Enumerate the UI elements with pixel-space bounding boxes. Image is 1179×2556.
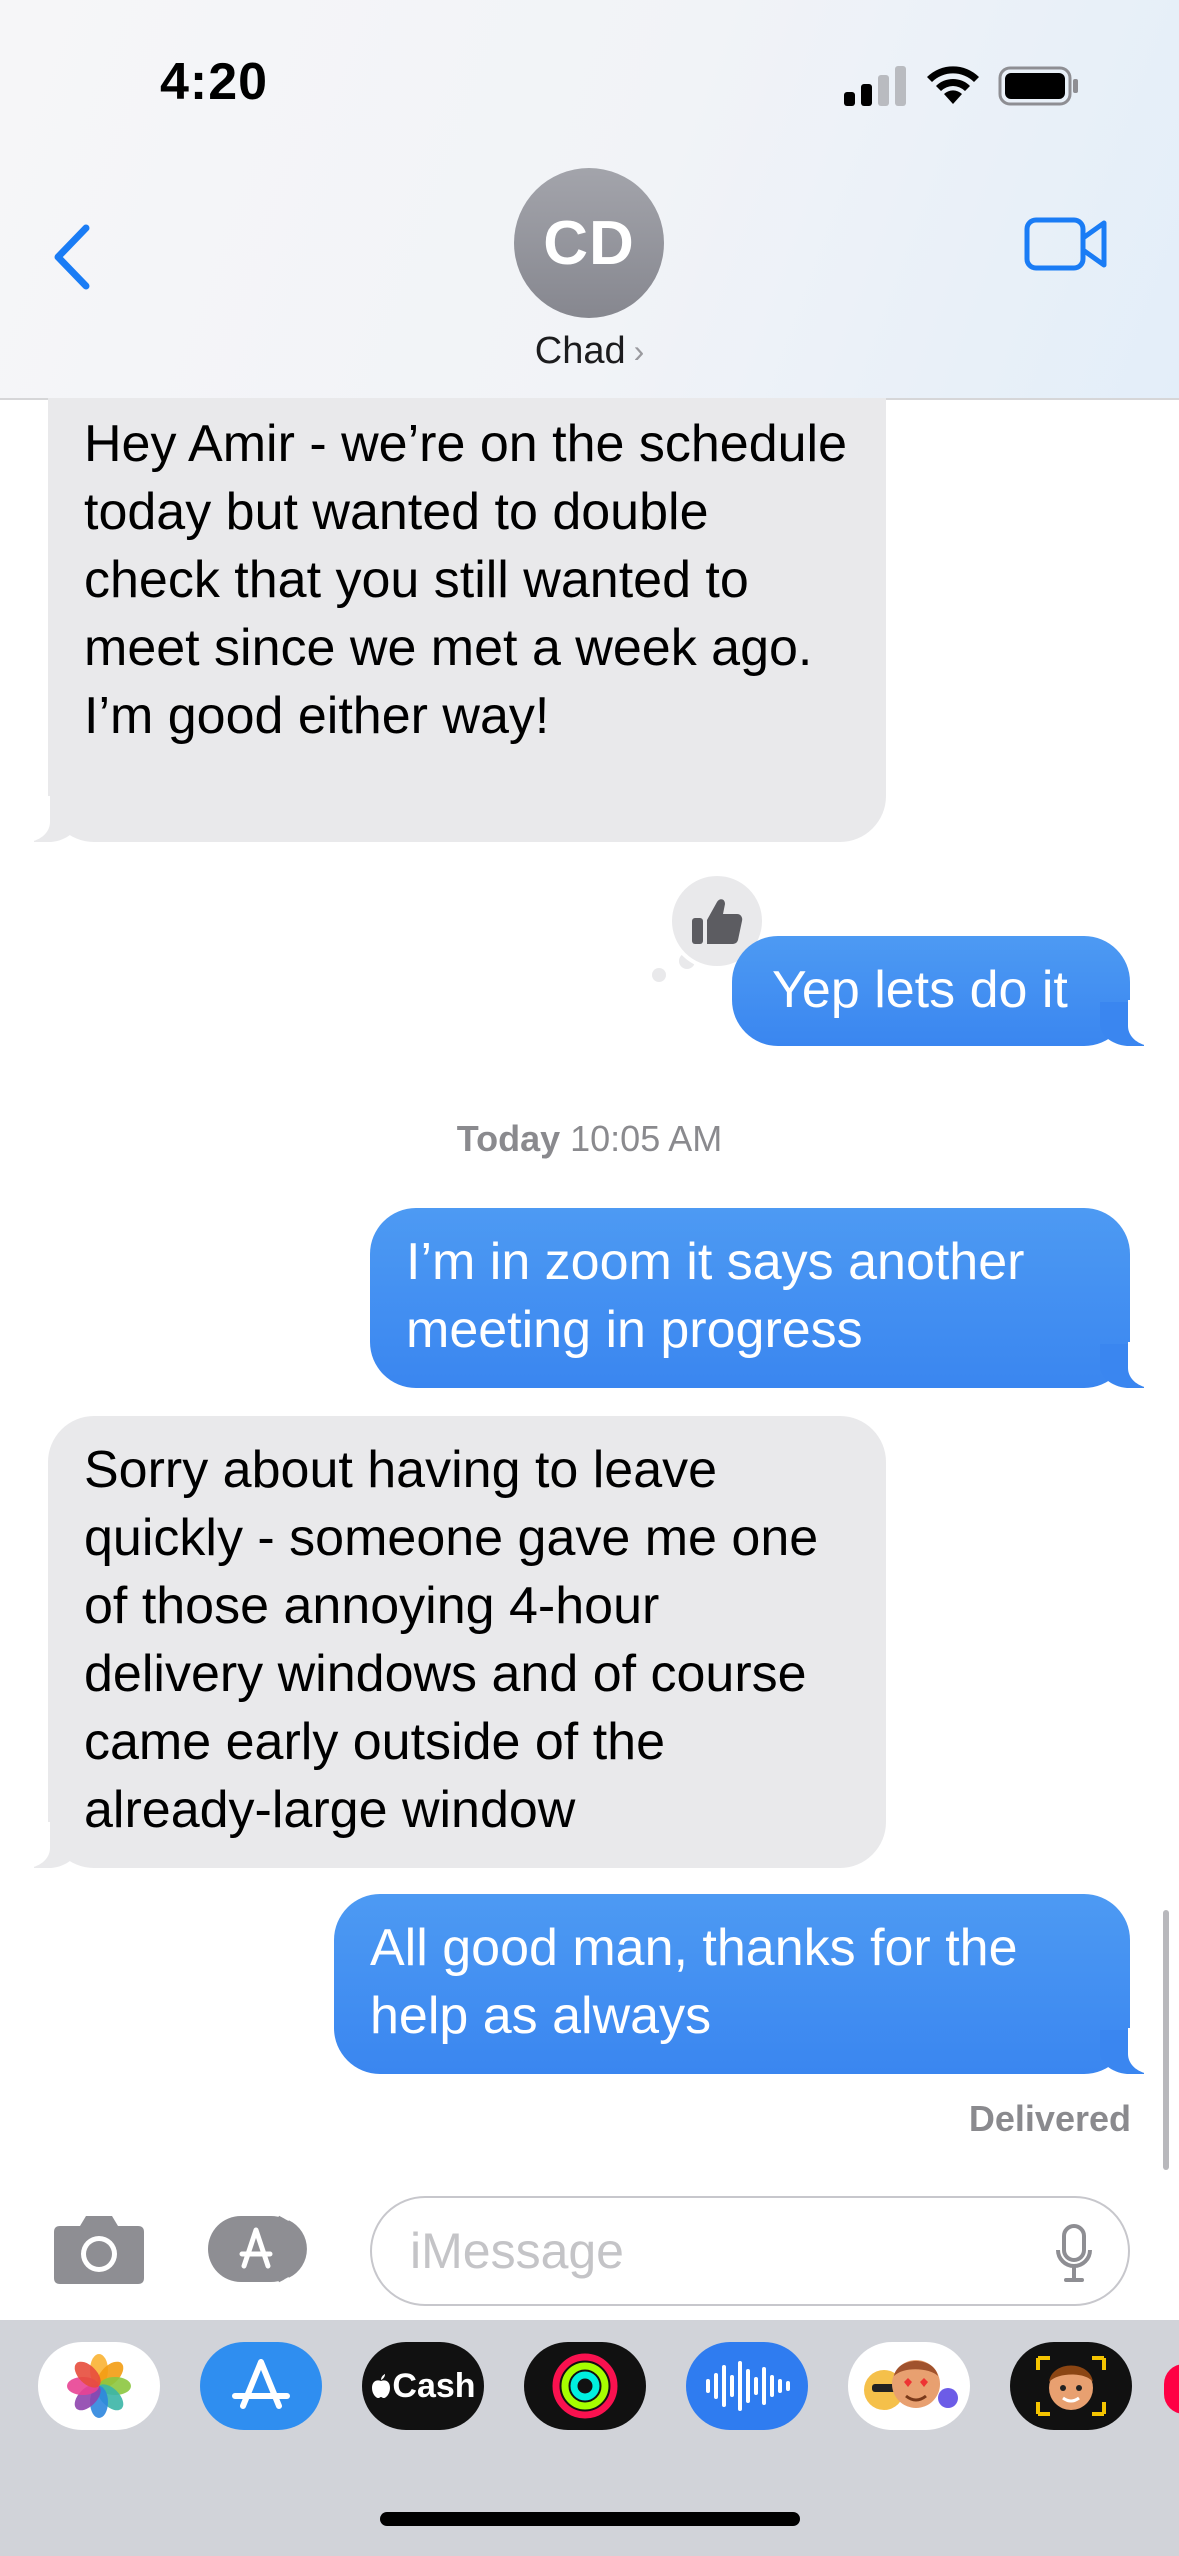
apple-cash-app-button[interactable]: Cash: [362, 2342, 484, 2430]
video-camera-icon: [1024, 217, 1107, 271]
cellular-signal-icon: [844, 66, 906, 106]
home-indicator[interactable]: [380, 2512, 800, 2526]
memoji-stickers-icon: [864, 2360, 958, 2410]
delivery-status: Delivered: [968, 2098, 1131, 2139]
fitness-icon: [552, 2353, 618, 2419]
timestamp-time: 10:05 AM: [570, 1118, 723, 1159]
message-text: All good man, thanks for the help as alw…: [370, 1919, 1018, 2045]
scrollbar[interactable]: [1163, 1910, 1169, 2170]
message-text: I’m in zoom it says another meeting in p…: [406, 1233, 1025, 1359]
apple-logo-icon: [372, 2374, 391, 2398]
memoji-app-button[interactable]: [1010, 2342, 1132, 2430]
conversation-header: 4:20 CD Chad ›: [0, 0, 1179, 400]
photos-app-button[interactable]: [38, 2342, 160, 2430]
contact-details-link[interactable]: Chad ›: [0, 330, 1179, 373]
wifi-icon: [927, 66, 979, 104]
app-store-icon: [232, 2359, 290, 2409]
contact-avatar[interactable]: CD: [514, 168, 664, 318]
app-store-app-button[interactable]: [200, 2342, 322, 2430]
thumbs-up-icon: [692, 899, 743, 944]
memoji-icon: [1036, 2356, 1106, 2416]
back-button[interactable]: [44, 222, 100, 292]
chevron-right-icon: ›: [633, 333, 645, 369]
message-text: Yep lets do it: [772, 961, 1068, 1019]
incoming-message[interactable]: Sorry about having to leave quickly - so…: [16, 1416, 886, 1868]
outgoing-message[interactable]: I’m in zoom it says another meeting in p…: [370, 1208, 1162, 1388]
app-store-drawer-button[interactable]: [206, 2214, 320, 2284]
fitness-app-button[interactable]: [524, 2342, 646, 2430]
incoming-message[interactable]: Hey Amir - we’re on the schedule today b…: [16, 398, 886, 842]
message-placeholder: iMessage: [410, 2223, 624, 2279]
apps-icon: [208, 2215, 307, 2283]
message-text: Sorry about having to leave quickly - so…: [84, 1441, 819, 1839]
facetime-video-button[interactable]: [1024, 214, 1108, 274]
microphone-icon[interactable]: [1054, 2224, 1094, 2284]
photos-icon: [67, 2354, 131, 2418]
imessage-input[interactable]: iMessage: [370, 2196, 1130, 2306]
camera-icon: [54, 2216, 144, 2284]
cash-label: Cash: [392, 2366, 476, 2405]
outgoing-message[interactable]: Yep lets do it: [732, 936, 1162, 1046]
message-text: Hey Amir - we’re on the schedule today b…: [84, 415, 848, 745]
camera-button[interactable]: [52, 2210, 146, 2286]
timestamp-day: Today: [456, 1118, 561, 1159]
conversation-timestamp: Today 10:05 AM: [0, 1118, 1179, 1160]
status-bar-time: 4:20: [160, 53, 269, 111]
contact-name: Chad: [534, 330, 626, 372]
chevron-left-icon: [54, 224, 90, 290]
battery-icon: [998, 66, 1078, 106]
audio-waveform-icon: [706, 2361, 790, 2411]
outgoing-message[interactable]: All good man, thanks for the help as alw…: [334, 1894, 1162, 2074]
reaction-tail-dot: [652, 968, 666, 982]
memoji-stickers-app-button[interactable]: [848, 2342, 970, 2430]
audio-message-app-button[interactable]: [686, 2342, 808, 2430]
